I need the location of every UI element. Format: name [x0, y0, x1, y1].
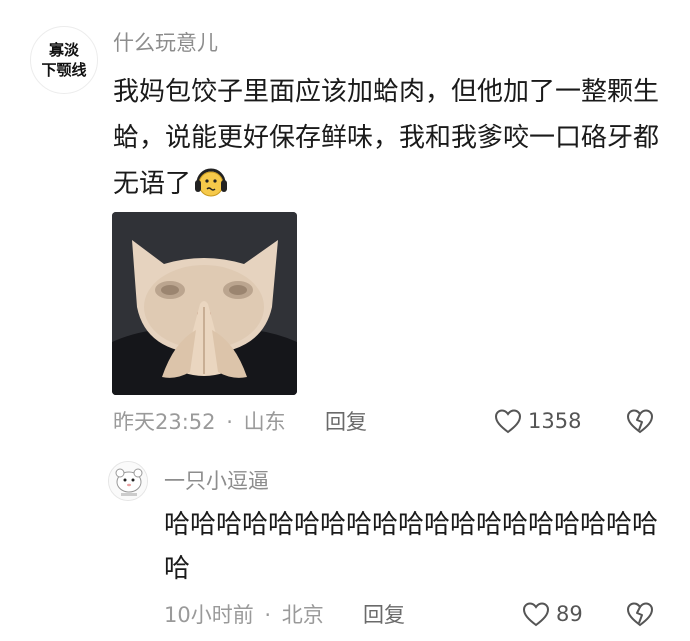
- avatar-text-line-1: 寡淡: [48, 41, 79, 59]
- comment-location: 山东: [243, 410, 286, 434]
- like-count: 1358: [528, 409, 582, 433]
- reply-button[interactable]: 回复: [325, 410, 367, 434]
- reply-time: 10小时前: [164, 603, 254, 627]
- heart-icon: [522, 602, 550, 627]
- comment-thread: 寡淡 下颚线 什么玩意儿 我妈包饺子里面应该加蛤肉，但他加了一整颗生蛤，说能更好…: [0, 0, 690, 641]
- reply-location: 北京: [281, 603, 324, 627]
- meta-separator: ·: [226, 410, 233, 434]
- reply-reply-button[interactable]: 回复: [363, 603, 405, 627]
- avatar-text-line-2: 下颚线: [41, 61, 87, 79]
- reply-like-button[interactable]: 89: [522, 601, 583, 627]
- reply-meta: 10小时前 · 北京: [164, 603, 324, 627]
- comment-body: 我妈包饺子里面应该加蛤肉，但他加了一整颗生蛤，说能更好保存鲜味，我和我爹咬一口硌…: [113, 69, 673, 207]
- reply-body: 哈哈哈哈哈哈哈哈哈哈哈哈哈哈哈哈哈哈哈哈: [164, 510, 659, 584]
- like-button[interactable]: 1358: [494, 408, 581, 434]
- broken-heart-icon: [626, 409, 654, 434]
- like-count: 89: [556, 602, 583, 626]
- heart-icon: [494, 409, 522, 434]
- cat-sticker-image[interactable]: [112, 212, 297, 395]
- comment-time: 昨天23:52: [113, 410, 216, 434]
- meta-separator: ·: [264, 603, 272, 627]
- broken-heart-icon: [626, 602, 654, 627]
- avatar[interactable]: 寡淡 下颚线: [30, 26, 98, 94]
- speechless-emoji-icon: [193, 165, 229, 199]
- dislike-button[interactable]: [626, 408, 654, 438]
- reply-username[interactable]: 一只小逗逼: [164, 469, 269, 493]
- comment-username[interactable]: 什么玩意儿: [113, 31, 218, 55]
- reply-dislike-button[interactable]: [626, 601, 654, 631]
- comment-meta: 昨天23:52 · 山东: [113, 410, 286, 434]
- reply-avatar[interactable]: [108, 461, 148, 501]
